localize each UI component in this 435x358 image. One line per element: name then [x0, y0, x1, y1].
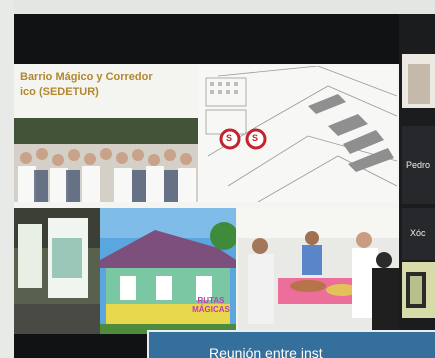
crowd-photo-graphic	[14, 118, 198, 202]
participant-name-pedro: Pedro	[406, 160, 431, 170]
participant-tile-xoc[interactable]: Xóc	[402, 208, 435, 260]
food-service-photo	[238, 208, 399, 334]
map-marker-2: S	[252, 133, 259, 143]
participant-name-xoc: Xóc	[410, 228, 426, 238]
participant-video-1-graphic	[402, 54, 435, 108]
window-top-frame	[0, 0, 435, 14]
site-plan-map: S S	[198, 66, 397, 202]
house-graphic	[100, 208, 236, 334]
slide-title: Barrio Mágico y Corredor ico (SEDETUR)	[20, 70, 200, 100]
participant-video-1[interactable]	[402, 54, 435, 108]
presentation-slide: Barrio Mágico y Corredor ico (SEDETUR) S…	[14, 64, 399, 334]
participants-panel: Pedro Xóc	[399, 14, 435, 358]
map-marker-1: S	[226, 133, 233, 143]
participant-tile-pedro[interactable]: Pedro	[402, 126, 435, 204]
caption-banner: Reunión entre inst	[147, 330, 435, 358]
slide-title-line-1: Barrio Mágico y Corredor	[20, 71, 153, 83]
house-photo: RUTAS MÁGICAS	[100, 208, 236, 334]
screen-share-area[interactable]: Barrio Mágico y Corredor ico (SEDETUR) S…	[14, 14, 399, 358]
rutas-magicas-sign: RUTAS MÁGICAS	[192, 296, 230, 314]
participant-video-2[interactable]	[402, 262, 435, 318]
left-border	[0, 0, 14, 358]
video-call-screen: Barrio Mágico y Corredor ico (SEDETUR) S…	[0, 0, 435, 358]
banners-graphic	[14, 208, 100, 334]
banners-photo	[14, 208, 100, 334]
crowd-photo	[14, 118, 198, 202]
slide-title-line-2: ico (SEDETUR)	[20, 86, 99, 98]
food-service-graphic	[238, 208, 399, 334]
caption-text: Reunión entre inst	[209, 345, 323, 358]
participant-video-2-graphic	[402, 262, 435, 318]
